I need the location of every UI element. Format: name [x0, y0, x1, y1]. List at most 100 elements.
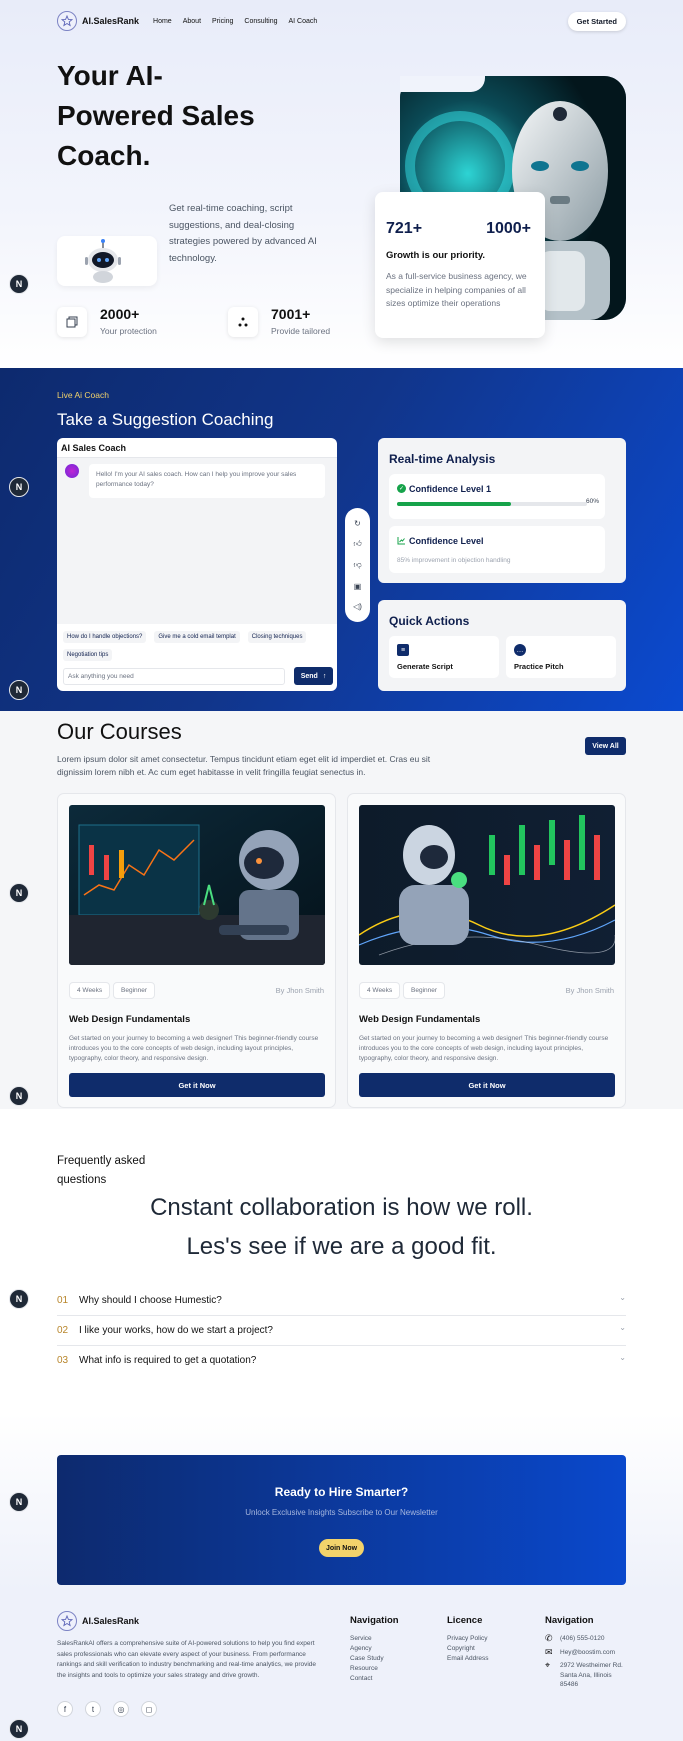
dribbble-icon[interactable]: ◎ — [113, 1701, 129, 1717]
chevron-down-icon[interactable]: ⌄ — [619, 1293, 626, 1302]
get-it-now-button[interactable]: Get it Now — [69, 1073, 325, 1097]
contact-phone[interactable]: ✆ (406) 555-0120 — [545, 1633, 635, 1644]
cta-section: Ready to Hire Smarter? Unlock Exclusive … — [0, 1413, 683, 1591]
logo-text[interactable]: AI.SalesRank — [82, 16, 139, 26]
robot-mascot-card — [57, 236, 157, 286]
side-badge[interactable]: N — [9, 477, 29, 497]
join-now-button[interactable]: Join Now — [319, 1539, 364, 1557]
thumbs-up-icon[interactable]: 👍︎ — [353, 539, 361, 549]
send-button[interactable]: Send ↑ — [294, 667, 333, 685]
address-text: 2972 Westheimer Rd. Santa Ana, Illinois … — [560, 1662, 623, 1688]
side-badge[interactable]: N — [9, 680, 29, 700]
chart-icon — [397, 536, 406, 547]
live-coach-eyebrow: Live Ai Coach — [57, 390, 109, 400]
footer-link[interactable]: Privacy Policy — [447, 1634, 489, 1644]
suggestion-chip[interactable]: Negotiation tips — [63, 649, 113, 661]
nav-link-consulting[interactable]: Consulting — [244, 18, 277, 25]
view-all-button[interactable]: View All — [585, 737, 626, 755]
twitter-icon[interactable]: t — [85, 1701, 101, 1717]
nav-links: Home About Pricing Consulting AI Coach — [153, 18, 317, 25]
facebook-icon[interactable]: f — [57, 1701, 73, 1717]
send-label: Send — [300, 672, 318, 680]
footer-link[interactable]: Agency — [350, 1644, 399, 1654]
side-badge[interactable]: N — [9, 274, 29, 294]
suggestion-chip[interactable]: Give me a cold email templat — [154, 631, 240, 643]
hero-description: Get real-time coaching, script suggestio… — [169, 203, 317, 264]
instagram-icon[interactable]: ◻ — [141, 1701, 157, 1717]
refresh-icon[interactable]: ↻ — [354, 519, 361, 528]
confidence-label: Confidence Level — [409, 536, 484, 546]
footer-link[interactable]: Email Address — [447, 1654, 489, 1664]
dots-icon — [228, 307, 258, 337]
hero-section: AI.SalesRank Home About Pricing Consulti… — [0, 0, 683, 368]
footer-link[interactable]: Resource — [350, 1664, 399, 1674]
footer-link[interactable]: Service — [350, 1634, 399, 1644]
suggestion-chip[interactable]: How do I handle objections? — [63, 631, 147, 643]
chat-messages[interactable]: Hello! I'm your AI sales coach. How can … — [57, 458, 337, 624]
newsletter-banner: Ready to Hire Smarter? Unlock Exclusive … — [57, 1455, 626, 1585]
stack-icon — [57, 307, 87, 337]
clipboard-icon[interactable]: ▣ — [354, 582, 362, 591]
course-title: Web Design Fundamentals — [359, 1014, 481, 1025]
faq-number: 03 — [57, 1355, 69, 1366]
confidence-card-2: Confidence Level 85% improvement in obje… — [389, 526, 605, 573]
logo-icon[interactable] — [57, 11, 77, 31]
get-it-now-button[interactable]: Get it Now — [359, 1073, 615, 1097]
course-title: Web Design Fundamentals — [69, 1014, 191, 1025]
chat-input[interactable]: Ask anything you need — [63, 668, 285, 685]
chat-message: Hello! I'm your AI sales coach. How can … — [89, 464, 325, 498]
faq-question: Why should I choose Humestic? — [79, 1295, 222, 1306]
phone-text: (406) 555-0120 — [560, 1635, 605, 1642]
phone-icon: ✆ — [545, 1633, 553, 1643]
collab-heading-line-2: Les's see if we are a good fit. — [186, 1233, 497, 1260]
side-badge[interactable]: N — [9, 1719, 29, 1739]
suggestion-chip[interactable]: Closing techniques — [247, 631, 307, 643]
footer-link[interactable]: Contact — [350, 1674, 399, 1684]
growth-card: 721+ 1000+ Growth is our priority. As a … — [375, 192, 545, 338]
analysis-title: Real-time Analysis — [389, 452, 496, 466]
growth-number-1: 721+ — [386, 220, 423, 237]
side-badge[interactable]: N — [9, 1289, 29, 1309]
footer-column-title: Licence — [447, 1615, 483, 1626]
course-card: 4 Weeks Beginner By Jhon Smith Web Desig… — [347, 793, 626, 1108]
growth-title: Growth is our priority. — [386, 250, 486, 261]
nav-link-pricing[interactable]: Pricing — [212, 18, 233, 25]
confidence-description: 85% improvement in objection handling — [397, 557, 511, 564]
practice-pitch-button[interactable]: … Practice Pitch — [506, 636, 616, 678]
arrow-up-icon: ↑ — [322, 672, 327, 680]
footer-logo[interactable]: AI.SalesRank — [57, 1611, 139, 1631]
document-icon: ≡ — [397, 644, 409, 656]
email-text: Hey@boostim.com — [560, 1648, 616, 1656]
growth-description: As a full-service business agency, we sp… — [386, 271, 527, 308]
speaker-icon[interactable]: ◁) — [353, 602, 362, 611]
course-level-tag: Beginner — [403, 982, 446, 999]
faq-label: Frequently asked questions — [57, 1155, 146, 1186]
faq-item[interactable]: 03 What info is required to get a quotat… — [57, 1346, 626, 1376]
quick-actions-panel: Quick Actions ≡ Generate Script … Practi… — [378, 600, 626, 691]
chevron-down-icon[interactable]: ⌄ — [619, 1353, 626, 1362]
side-badge[interactable]: N — [9, 883, 29, 903]
chevron-down-icon[interactable]: ⌄ — [619, 1323, 626, 1332]
nav-link-ai-coach[interactable]: AI Coach — [289, 18, 318, 25]
footer-licence-column: Licence Privacy Policy Copyright Email A… — [447, 1615, 489, 1664]
stat-label: Your protection — [100, 326, 157, 336]
contact-email[interactable]: ✉ Hey@boostim.com — [545, 1647, 635, 1658]
faq-question: What info is required to get a quotation… — [79, 1355, 257, 1366]
faq-item[interactable]: 01 Why should I choose Humestic? ⌄ — [57, 1286, 626, 1316]
nav-link-home[interactable]: Home — [153, 18, 172, 25]
faq-item[interactable]: 02 I like your works, how do we start a … — [57, 1316, 626, 1346]
logo-text: AI.SalesRank — [82, 1616, 140, 1626]
thumbs-down-icon[interactable]: 👎︎ — [353, 560, 361, 570]
course-duration-tag: 4 Weeks — [69, 982, 111, 999]
generate-script-button[interactable]: ≡ Generate Script — [389, 636, 499, 678]
footer-link[interactable]: Copyright — [447, 1644, 489, 1654]
side-badge[interactable]: N — [9, 1086, 29, 1106]
contact-address: ⌖ 2972 Westheimer Rd. Santa Ana, Illinoi… — [545, 1660, 635, 1690]
footer-link[interactable]: Case Study — [350, 1654, 399, 1664]
side-badge[interactable]: N — [9, 1492, 29, 1512]
nav-link-about[interactable]: About — [183, 18, 201, 25]
get-started-button[interactable]: Get Started — [567, 11, 626, 31]
footer-column-title: Navigation — [350, 1615, 399, 1626]
progress-fill — [397, 502, 511, 506]
chat-bubble-icon: … — [514, 644, 526, 656]
